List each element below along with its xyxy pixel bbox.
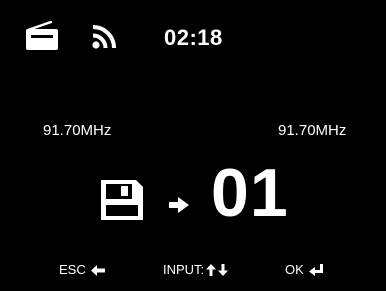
input-hint[interactable]: INPUT: [163, 262, 229, 278]
radio-display-screen: 02:18 91.70MHz 91.70MHz 01 ESC INPUT: OK [0, 0, 386, 291]
frequency-left: 91.70MHz [43, 122, 112, 139]
arrow-right-icon [169, 197, 189, 213]
ok-label: OK [285, 262, 304, 277]
clock-time: 02:18 [164, 25, 223, 50]
arrow-up-icon [206, 264, 217, 276]
esc-label: ESC [59, 262, 86, 277]
arrow-left-icon [90, 264, 105, 276]
radio-icon [26, 21, 58, 50]
input-label: INPUT: [163, 262, 205, 277]
ok-hint[interactable]: OK [285, 262, 323, 278]
esc-hint[interactable]: ESC [59, 262, 105, 278]
return-enter-icon [308, 264, 323, 276]
arrow-down-icon [218, 264, 229, 276]
floppy-disk-icon [101, 180, 143, 220]
wifi-signal-icon [92, 25, 116, 49]
frequency-right: 91.70MHz [278, 122, 347, 139]
preset-number: 01 [211, 155, 289, 231]
